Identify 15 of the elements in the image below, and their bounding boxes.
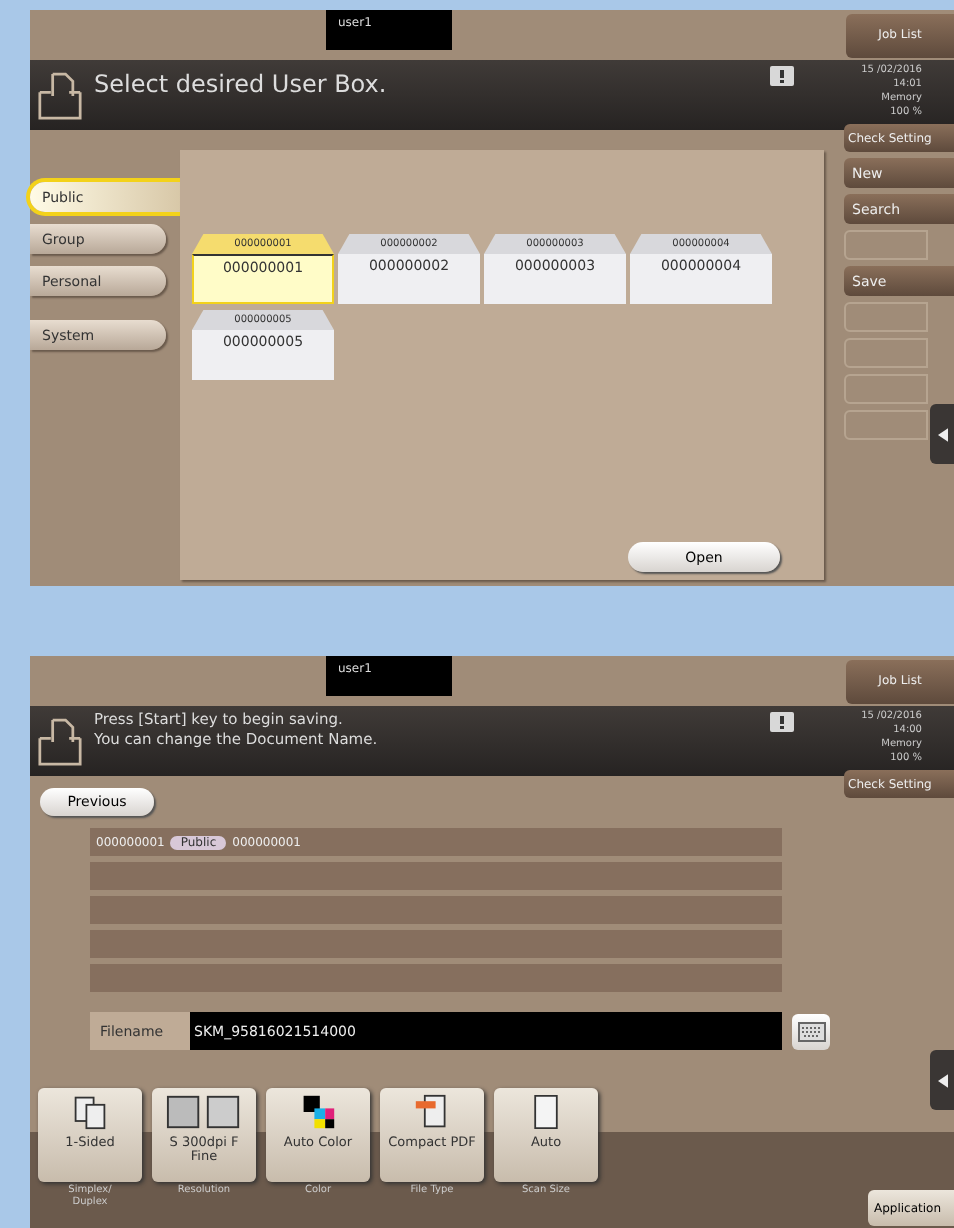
- user-box-icon: [38, 713, 82, 769]
- resolution-icon: [166, 1094, 242, 1130]
- warning-icon: [770, 712, 794, 732]
- page-icon: [528, 1094, 564, 1130]
- pdf-file-icon: [414, 1094, 450, 1130]
- pages-icon: [72, 1094, 108, 1130]
- keyboard-button[interactable]: [792, 1013, 830, 1049]
- left-arrow-icon: [937, 427, 947, 441]
- left-arrow-icon: [937, 1073, 947, 1087]
- user-box-icon: [38, 67, 82, 123]
- color-squares-icon: [300, 1094, 336, 1130]
- message-text: Select desired User Box.: [94, 68, 389, 100]
- warning-icon: [770, 66, 794, 86]
- pull-tab[interactable]: [930, 404, 954, 464]
- pull-tab[interactable]: [930, 1050, 954, 1110]
